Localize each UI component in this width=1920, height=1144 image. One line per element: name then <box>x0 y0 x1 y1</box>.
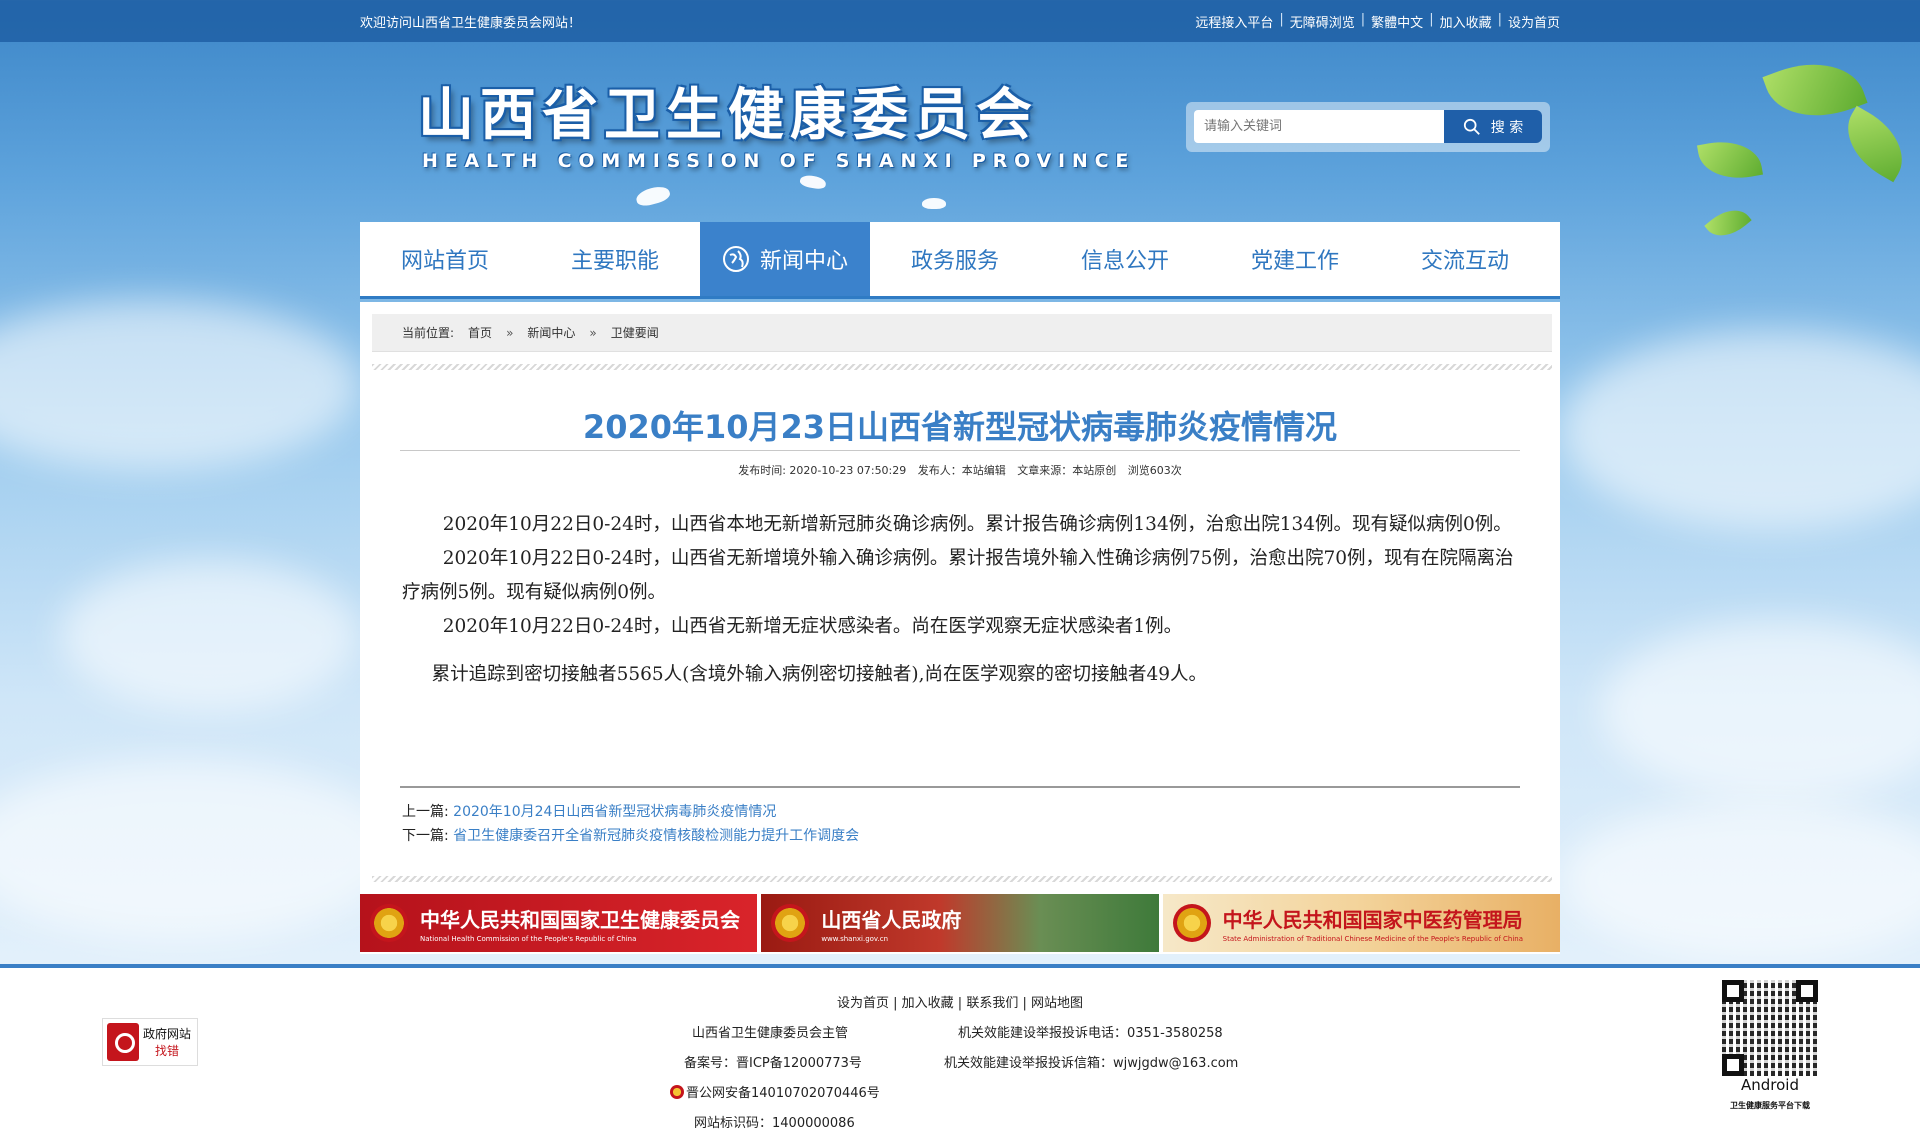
article-paragraph: 2020年10月22日0-24时，山西省无新增无症状感染者。尚在医学观察无症状感… <box>442 616 1183 637</box>
app-download-label: 卫生健康服务平台下载 <box>1730 1101 1810 1110</box>
qr-corner <box>1722 980 1744 1002</box>
next-label: 下一篇: <box>402 828 449 844</box>
globe-icon <box>722 246 749 272</box>
article-paragraph: 2020年10月22日0-24时，山西省本地无新增新冠肺炎确诊病例。累计报告确诊… <box>442 514 1512 535</box>
article-title: 2020年10月23日山西省新型冠状病毒肺炎疫情情况 <box>582 408 1338 446</box>
magnifier-icon <box>107 1023 139 1061</box>
footer-sponsor: 山西省卫生健康委员会主管 <box>692 1026 849 1041</box>
site-logo-subtitle: HEALTH COMMISSION OF SHANXI PROVINCE <box>422 150 1136 172</box>
search-box: 搜 索 <box>1186 102 1550 152</box>
content-divider <box>400 786 1520 788</box>
article-meta: 发布时间: 2020-10-23 07:50:29 发布人：本站编辑 文章来源：… <box>400 462 1520 478</box>
cloud-decoration <box>1560 800 1920 960</box>
cloud-decoration <box>0 760 400 940</box>
nav-government-services[interactable]: 政务服务 <box>870 222 1040 296</box>
remote-access-link[interactable]: 远程接入平台 <box>1195 12 1273 31</box>
nav-interaction[interactable]: 交流互动 <box>1380 222 1550 296</box>
breadcrumb-current[interactable]: 卫健要闻 <box>611 324 659 341</box>
search-icon <box>1463 118 1480 135</box>
publish-time: 发布时间: 2020-10-23 07:50:29 <box>738 464 907 477</box>
breadcrumb-news-center[interactable]: 新闻中心 <box>527 324 575 341</box>
dove-decoration <box>799 173 827 191</box>
prev-next-nav: 上一篇: 2020年10月24日山西省新型冠状病毒肺炎疫情情况 下一篇: 省卫生… <box>402 800 859 848</box>
dove-decoration <box>922 198 946 209</box>
national-emblem-icon <box>1172 904 1211 942</box>
partner-banners: 中华人民共和国国家卫生健康委员会 National Health Commiss… <box>360 894 1560 952</box>
view-count: 浏览603次 <box>1127 464 1182 477</box>
welcome-text: 欢迎访问山西省卫生健康委员会网站！ <box>360 16 582 31</box>
banner-shanxi-gov[interactable]: 山西省人民政府 www.shanxi.gov.cn <box>761 894 1159 952</box>
breadcrumb-label: 当前位置: <box>402 326 455 340</box>
footer: 设为首页 | 加入收藏 | 联系我们 | 网站地图 山西省卫生健康委员会主管 机… <box>0 964 1920 1144</box>
article-paragraph: 累计追踪到密切接触者5565人(含境外输入病例密切接触者),尚在医学观察的密切接… <box>431 664 1208 685</box>
banner-tcm[interactable]: 中华人民共和国国家中医药管理局 State Administration of … <box>1162 894 1560 952</box>
gov-badge-line1: 政府网站 <box>143 1027 192 1041</box>
police-badge-icon <box>670 1085 684 1099</box>
breadcrumb-home[interactable]: 首页 <box>468 324 492 341</box>
banner-subtitle: www.shanxi.gov.cn <box>821 934 889 943</box>
stripe-divider <box>372 876 1552 882</box>
main-nav: 网站首页 主要职能 新闻中心 政务服务 信息公开 党建工作 交流互动 <box>360 222 1560 299</box>
dove-decoration <box>634 183 672 209</box>
breadcrumb-separator: » <box>589 325 597 340</box>
accessibility-link[interactable]: 无障碍浏览 <box>1290 12 1355 31</box>
cloud-decoration <box>1600 620 1920 800</box>
nav-functions[interactable]: 主要职能 <box>530 222 700 296</box>
article-source: 文章来源：本站原创 <box>1017 464 1117 477</box>
cloud-decoration <box>60 560 360 710</box>
prev-article-link[interactable]: 2020年10月24日山西省新型冠状病毒肺炎疫情情况 <box>453 804 776 820</box>
article-paragraph: 2020年10月22日0-24时，山西省无新增境外输入确诊病例。累计报告境外输入… <box>402 548 1514 603</box>
footer-police-record[interactable]: 晋公网安备14010702070446号 <box>670 1082 880 1101</box>
banner-subtitle: National Health Commission of the People… <box>420 934 637 943</box>
stripe-divider <box>372 364 1552 370</box>
android-label: Android <box>1741 1076 1799 1094</box>
article-body: 2020年10月22日0-24时，山西省本地无新增新冠肺炎确诊病例。累计报告确诊… <box>402 508 1522 692</box>
next-article-link[interactable]: 省卫生健康委召开全省新冠肺炎疫情核酸检测能力提升工作调度会 <box>453 828 859 844</box>
footer-links[interactable]: 设为首页 | 加入收藏 | 联系我们 | 网站地图 <box>0 992 1920 1011</box>
prev-label: 上一篇: <box>402 804 449 820</box>
traditional-chinese-link[interactable]: 繁體中文 <box>1371 12 1423 31</box>
national-emblem-icon <box>771 904 810 942</box>
leaf-decoration <box>1696 135 1764 185</box>
nav-information-disclosure[interactable]: 信息公开 <box>1040 222 1210 296</box>
article-panel: 当前位置: 首页 » 新闻中心 » 卫健要闻 2020年10月23日山西省新型冠… <box>360 302 1560 954</box>
banner-title: 中华人民共和国国家卫生健康委员会 <box>420 907 740 932</box>
national-emblem-icon <box>370 904 408 942</box>
title-divider <box>400 450 1520 451</box>
leaf-decoration <box>1832 105 1918 183</box>
gov-site-error-report-badge[interactable]: 政府网站 找错 <box>102 1018 198 1066</box>
search-button[interactable]: 搜 索 <box>1444 110 1542 143</box>
qr-corner <box>1722 1054 1744 1076</box>
cloud-decoration <box>1560 330 1920 530</box>
search-button-label: 搜 索 <box>1490 119 1524 136</box>
leaf-decoration <box>1704 200 1752 246</box>
search-input[interactable] <box>1194 110 1447 143</box>
top-links: 远程接入平台 | 无障碍浏览 | 繁體中文 | 加入收藏 | 设为首页 <box>1195 12 1560 31</box>
gov-badge-line2: 找错 <box>155 1044 180 1058</box>
footer-email: 机关效能建设举报投诉信箱：wjwjgdw@163.com <box>944 1056 1239 1071</box>
set-homepage-link[interactable]: 设为首页 <box>1508 12 1560 31</box>
top-bar: 欢迎访问山西省卫生健康委员会网站！ 远程接入平台 | 无障碍浏览 | 繁體中文 | 加… <box>0 0 1920 42</box>
add-favorite-link[interactable]: 加入收藏 <box>1440 12 1492 31</box>
nav-news-center[interactable]: 新闻中心 <box>700 222 870 296</box>
qr-corner <box>1796 980 1818 1002</box>
site-logo-title[interactable]: 山西省卫生健康委员会 <box>418 70 1038 151</box>
banner-title: 中华人民共和国国家中医药管理局 <box>1222 907 1523 932</box>
footer-site-code: 网站标识码：1400000086 <box>694 1116 855 1131</box>
nav-party-building[interactable]: 党建工作 <box>1210 222 1380 296</box>
nav-home[interactable]: 网站首页 <box>360 222 530 296</box>
footer-phone: 机关效能建设举报投诉电话：0351-3580258 <box>958 1026 1223 1041</box>
banner-title: 山西省人民政府 <box>821 907 962 932</box>
banner-subtitle: State Administration of Traditional Chin… <box>1222 934 1524 943</box>
breadcrumb-separator: » <box>506 325 514 340</box>
publisher: 发布人：本站编辑 <box>917 464 1006 477</box>
banner-nhc[interactable]: 中华人民共和国国家卫生健康委员会 National Health Commiss… <box>360 894 758 952</box>
footer-icp[interactable]: 备案号：晋ICP备12000773号 <box>684 1052 862 1071</box>
breadcrumb: 当前位置: 首页 » 新闻中心 » 卫健要闻 <box>372 314 1552 352</box>
cloud-decoration <box>0 300 360 470</box>
